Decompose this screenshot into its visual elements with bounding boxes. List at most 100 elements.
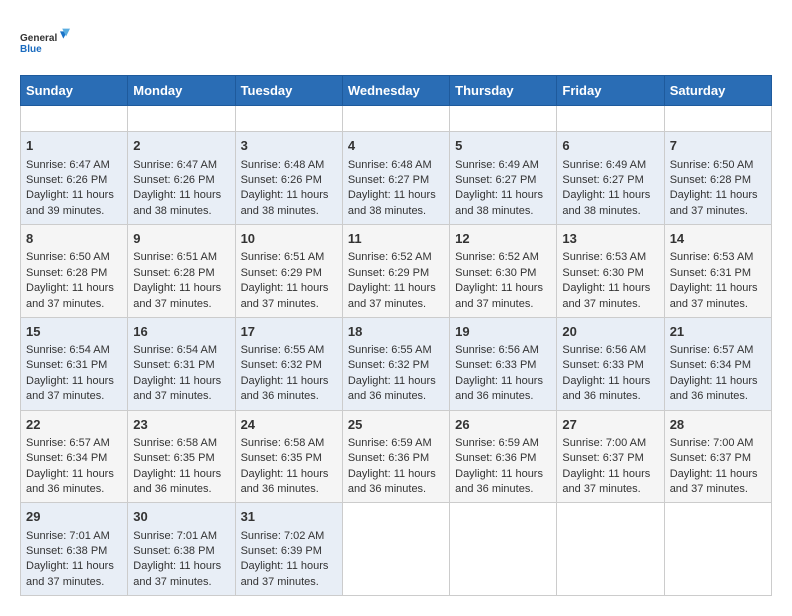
sunrise-text: Sunrise: 6:56 AM: [562, 344, 646, 356]
sunrise-text: Sunrise: 6:58 AM: [133, 437, 217, 449]
sunrise-text: Sunrise: 7:01 AM: [133, 530, 217, 542]
sunset-text: Sunset: 6:32 PM: [241, 359, 322, 371]
sunrise-text: Sunrise: 6:48 AM: [241, 159, 325, 171]
calendar-table: SundayMondayTuesdayWednesdayThursdayFrid…: [20, 75, 772, 596]
calendar-cell: 16 Sunrise: 6:54 AM Sunset: 6:31 PM Dayl…: [128, 317, 235, 410]
daylight-text: Daylight: 11 hours and 38 minutes.: [455, 189, 543, 216]
daylight-text: Daylight: 11 hours and 37 minutes.: [26, 282, 114, 309]
calendar-cell: 24 Sunrise: 6:58 AM Sunset: 6:35 PM Dayl…: [235, 410, 342, 503]
sunset-text: Sunset: 6:26 PM: [133, 174, 214, 186]
daylight-text: Daylight: 11 hours and 37 minutes.: [133, 375, 221, 402]
daylight-text: Daylight: 11 hours and 37 minutes.: [348, 282, 436, 309]
calendar-cell: [235, 106, 342, 132]
day-number: 4: [348, 137, 444, 155]
calendar-week-row: 15 Sunrise: 6:54 AM Sunset: 6:31 PM Dayl…: [21, 317, 772, 410]
daylight-text: Daylight: 11 hours and 36 minutes.: [241, 468, 329, 495]
daylight-text: Daylight: 11 hours and 37 minutes.: [670, 189, 758, 216]
day-number: 12: [455, 230, 551, 248]
daylight-text: Daylight: 11 hours and 36 minutes.: [241, 375, 329, 402]
calendar-cell: 8 Sunrise: 6:50 AM Sunset: 6:28 PM Dayli…: [21, 225, 128, 318]
day-number: 9: [133, 230, 229, 248]
daylight-text: Daylight: 11 hours and 39 minutes.: [26, 189, 114, 216]
daylight-text: Daylight: 11 hours and 37 minutes.: [241, 560, 329, 587]
day-number: 7: [670, 137, 766, 155]
sunset-text: Sunset: 6:30 PM: [455, 267, 536, 279]
sunset-text: Sunset: 6:30 PM: [562, 267, 643, 279]
sunset-text: Sunset: 6:35 PM: [241, 452, 322, 464]
sunrise-text: Sunrise: 7:00 AM: [670, 437, 754, 449]
day-of-week-header: Saturday: [664, 76, 771, 106]
calendar-cell: 10 Sunrise: 6:51 AM Sunset: 6:29 PM Dayl…: [235, 225, 342, 318]
sunset-text: Sunset: 6:36 PM: [455, 452, 536, 464]
sunrise-text: Sunrise: 6:59 AM: [348, 437, 432, 449]
daylight-text: Daylight: 11 hours and 37 minutes.: [562, 468, 650, 495]
calendar-cell: 19 Sunrise: 6:56 AM Sunset: 6:33 PM Dayl…: [450, 317, 557, 410]
calendar-cell: 1 Sunrise: 6:47 AM Sunset: 6:26 PM Dayli…: [21, 132, 128, 225]
calendar-cell: 17 Sunrise: 6:55 AM Sunset: 6:32 PM Dayl…: [235, 317, 342, 410]
day-number: 21: [670, 323, 766, 341]
sunrise-text: Sunrise: 6:51 AM: [241, 251, 325, 263]
daylight-text: Daylight: 11 hours and 36 minutes.: [348, 468, 436, 495]
calendar-week-row: 22 Sunrise: 6:57 AM Sunset: 6:34 PM Dayl…: [21, 410, 772, 503]
sunrise-text: Sunrise: 6:47 AM: [133, 159, 217, 171]
calendar-cell: 29 Sunrise: 7:01 AM Sunset: 6:38 PM Dayl…: [21, 503, 128, 596]
sunrise-text: Sunrise: 6:53 AM: [562, 251, 646, 263]
calendar-header-row: SundayMondayTuesdayWednesdayThursdayFrid…: [21, 76, 772, 106]
calendar-cell: 7 Sunrise: 6:50 AM Sunset: 6:28 PM Dayli…: [664, 132, 771, 225]
calendar-cell: [128, 106, 235, 132]
daylight-text: Daylight: 11 hours and 36 minutes.: [562, 375, 650, 402]
calendar-cell: 13 Sunrise: 6:53 AM Sunset: 6:30 PM Dayl…: [557, 225, 664, 318]
calendar-cell: [342, 106, 449, 132]
sunrise-text: Sunrise: 7:00 AM: [562, 437, 646, 449]
daylight-text: Daylight: 11 hours and 38 minutes.: [133, 189, 221, 216]
daylight-text: Daylight: 11 hours and 37 minutes.: [26, 560, 114, 587]
sunset-text: Sunset: 6:33 PM: [455, 359, 536, 371]
sunrise-text: Sunrise: 6:54 AM: [133, 344, 217, 356]
calendar-cell: [342, 503, 449, 596]
sunrise-text: Sunrise: 6:49 AM: [455, 159, 539, 171]
calendar-cell: 28 Sunrise: 7:00 AM Sunset: 6:37 PM Dayl…: [664, 410, 771, 503]
daylight-text: Daylight: 11 hours and 37 minutes.: [133, 560, 221, 587]
calendar-week-row: [21, 106, 772, 132]
daylight-text: Daylight: 11 hours and 37 minutes.: [670, 468, 758, 495]
sunrise-text: Sunrise: 6:47 AM: [26, 159, 110, 171]
sunset-text: Sunset: 6:34 PM: [26, 452, 107, 464]
sunset-text: Sunset: 6:37 PM: [670, 452, 751, 464]
daylight-text: Daylight: 11 hours and 38 minutes.: [241, 189, 329, 216]
day-number: 11: [348, 230, 444, 248]
day-number: 31: [241, 508, 337, 526]
calendar-cell: [450, 106, 557, 132]
day-number: 25: [348, 416, 444, 434]
day-number: 15: [26, 323, 122, 341]
daylight-text: Daylight: 11 hours and 36 minutes.: [348, 375, 436, 402]
sunset-text: Sunset: 6:31 PM: [26, 359, 107, 371]
sunrise-text: Sunrise: 6:49 AM: [562, 159, 646, 171]
day-number: 8: [26, 230, 122, 248]
sunrise-text: Sunrise: 6:58 AM: [241, 437, 325, 449]
sunset-text: Sunset: 6:37 PM: [562, 452, 643, 464]
day-number: 2: [133, 137, 229, 155]
sunrise-text: Sunrise: 6:50 AM: [670, 159, 754, 171]
day-number: 14: [670, 230, 766, 248]
day-number: 6: [562, 137, 658, 155]
calendar-cell: [557, 106, 664, 132]
day-number: 1: [26, 137, 122, 155]
calendar-cell: 3 Sunrise: 6:48 AM Sunset: 6:26 PM Dayli…: [235, 132, 342, 225]
sunset-text: Sunset: 6:29 PM: [241, 267, 322, 279]
sunrise-text: Sunrise: 6:57 AM: [670, 344, 754, 356]
daylight-text: Daylight: 11 hours and 37 minutes.: [133, 282, 221, 309]
sunrise-text: Sunrise: 6:57 AM: [26, 437, 110, 449]
day-number: 20: [562, 323, 658, 341]
calendar-cell: 25 Sunrise: 6:59 AM Sunset: 6:36 PM Dayl…: [342, 410, 449, 503]
sunrise-text: Sunrise: 6:59 AM: [455, 437, 539, 449]
sunset-text: Sunset: 6:32 PM: [348, 359, 429, 371]
calendar-cell: 31 Sunrise: 7:02 AM Sunset: 6:39 PM Dayl…: [235, 503, 342, 596]
calendar-cell: [664, 503, 771, 596]
logo-svg: General Blue: [20, 20, 70, 65]
day-of-week-header: Wednesday: [342, 76, 449, 106]
sunset-text: Sunset: 6:36 PM: [348, 452, 429, 464]
sunrise-text: Sunrise: 6:56 AM: [455, 344, 539, 356]
calendar-cell: 21 Sunrise: 6:57 AM Sunset: 6:34 PM Dayl…: [664, 317, 771, 410]
calendar-cell: 6 Sunrise: 6:49 AM Sunset: 6:27 PM Dayli…: [557, 132, 664, 225]
day-of-week-header: Monday: [128, 76, 235, 106]
